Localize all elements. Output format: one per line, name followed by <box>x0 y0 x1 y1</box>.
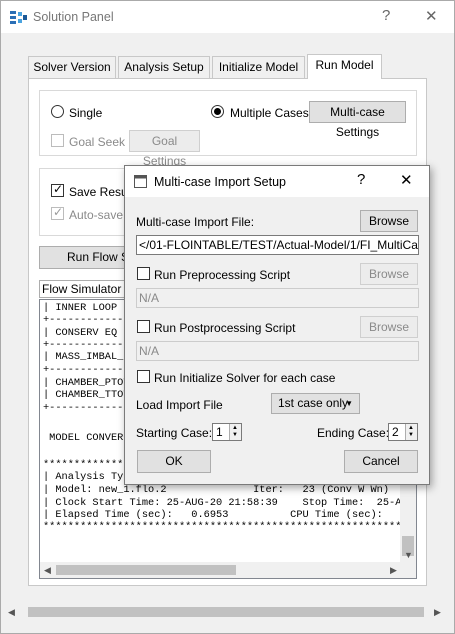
spin-up-icon[interactable]: ▲ <box>232 425 238 432</box>
multicase-import-dialog: Multi-case Import Setup ? ✕ Multi-case I… <box>124 165 430 485</box>
scroll-right-icon[interactable]: ▶ <box>390 565 397 576</box>
log-line: +------------ <box>43 314 124 326</box>
preprocessing-script-input[interactable]: N/A <box>136 288 419 308</box>
starting-case-label: Starting Case: <box>136 426 213 440</box>
chevron-down-icon: ▼ <box>345 399 353 408</box>
multiple-cases-label: Multiple Cases <box>230 106 309 120</box>
multiple-cases-radio[interactable] <box>211 105 224 118</box>
log-line: | CONSERV EQ <box>43 327 118 339</box>
log-line: | MASS_IMBAL_R <box>43 351 130 363</box>
import-file-input[interactable]: </01-FLOINTABLE/TEST/Actual-Model/1/FI_M… <box>136 235 419 255</box>
spin-down-icon[interactable]: ▼ <box>408 432 414 439</box>
log-line: | INNER LOOP 1 <box>43 302 130 314</box>
scroll-down-icon[interactable]: ▼ <box>404 550 413 560</box>
dialog-title-bar: Multi-case Import Setup ? ✕ <box>125 166 429 197</box>
run-preprocessing-checkbox[interactable] <box>137 267 150 280</box>
check-icon: ✓ <box>53 182 64 196</box>
close-button[interactable]: ✕ <box>425 7 438 25</box>
log-line: ************** <box>43 459 130 471</box>
starting-case-value: 1 <box>216 425 223 439</box>
single-radio[interactable] <box>51 105 64 118</box>
multicase-settings-button[interactable]: Multi-case Settings <box>309 101 406 139</box>
panel-hscroll-thumb[interactable] <box>28 607 424 617</box>
tab-run-model[interactable]: Run Model <box>307 54 382 79</box>
check-icon: ✓ <box>53 205 64 219</box>
app-logo-icon <box>10 11 27 24</box>
ending-case-spinbox[interactable]: 2 ▲ ▼ <box>388 423 418 441</box>
tab-solver-version[interactable]: Solver Version <box>28 56 116 78</box>
scroll-left-icon[interactable]: ◀ <box>8 607 15 618</box>
log-hscroll-thumb[interactable] <box>56 565 236 575</box>
ending-case-value: 2 <box>392 425 399 439</box>
log-line: | Clock Start Time: 25-AUG-20 21:58:39 S… <box>43 497 414 509</box>
dialog-window-icon <box>134 175 147 188</box>
log-line: | CHAMBER_PTOT <box>43 377 130 389</box>
run-postprocessing-label: Run Postprocessing Script <box>154 321 296 335</box>
pre-browse-button[interactable]: Browse <box>360 263 418 285</box>
auto-save-checkbox[interactable]: ✓ <box>51 205 64 220</box>
post-browse-button[interactable]: Browse <box>360 316 418 338</box>
log-line: ****************************************… <box>43 521 417 533</box>
starting-case-spin-buttons[interactable]: ▲ ▼ <box>229 424 241 440</box>
log-line: | CHAMBER_TTOT <box>43 389 130 401</box>
run-preprocessing-label: Run Preprocessing Script <box>154 268 291 282</box>
goal-seek-label: Goal Seek <box>69 135 126 149</box>
run-flow-simulator-button[interactable]: Run Flow Si <box>39 246 137 269</box>
scroll-right-icon[interactable]: ▶ <box>434 607 441 618</box>
single-label: Single <box>69 106 103 120</box>
log-line: MODEL CONVERG <box>43 432 130 444</box>
help-button[interactable]: ? <box>382 7 390 24</box>
import-browse-button[interactable]: Browse <box>360 210 418 232</box>
dialog-close-button[interactable]: ✕ <box>400 171 413 189</box>
run-initialize-checkbox[interactable] <box>137 370 150 383</box>
dialog-title: Multi-case Import Setup <box>154 175 286 189</box>
load-import-select[interactable]: 1st case only ▼ <box>271 393 360 414</box>
ok-button[interactable]: OK <box>137 450 211 473</box>
log-line: | Analysis Typ <box>43 471 130 483</box>
log-line: +------------ <box>43 339 124 351</box>
log-horizontal-scrollbar[interactable]: ◀ ▶ <box>40 562 416 578</box>
ending-case-spin-buttons[interactable]: ▲ ▼ <box>405 424 417 440</box>
starting-case-spinbox[interactable]: 1 ▲ ▼ <box>212 423 242 441</box>
import-file-label: Multi-case Import File: <box>136 215 255 229</box>
spin-down-icon[interactable]: ▼ <box>232 432 238 439</box>
scroll-left-icon[interactable]: ◀ <box>44 565 51 576</box>
spin-up-icon[interactable]: ▲ <box>408 425 414 432</box>
goal-seek-checkbox[interactable] <box>51 134 64 147</box>
load-import-label: Load Import File <box>136 398 223 412</box>
save-results-checkbox[interactable]: ✓ <box>51 182 64 197</box>
dialog-help-button[interactable]: ? <box>357 171 365 188</box>
log-line: +------------ <box>43 402 124 414</box>
title-bar: Solution Panel ? ✕ <box>1 1 454 33</box>
log-line: +------------ <box>43 364 124 376</box>
cancel-button[interactable]: Cancel <box>344 450 418 473</box>
run-postprocessing-checkbox[interactable] <box>137 320 150 333</box>
panel-horizontal-scrollbar[interactable]: ◀ ▶ <box>6 603 448 621</box>
window-title: Solution Panel <box>33 10 114 24</box>
tab-analysis-setup[interactable]: Analysis Setup <box>118 56 210 78</box>
goal-settings-button[interactable]: Goal Settings <box>129 130 200 168</box>
ending-case-label: Ending Case: <box>317 426 390 440</box>
log-line: | Elapsed Time (sec): 0.6953 CPU Time (s… <box>43 509 383 521</box>
tab-initialize-model[interactable]: Initialize Model <box>212 56 305 78</box>
log-line: | Model: new_1.flo.2 Iter: 23 (Conv W Wn… <box>43 484 390 496</box>
run-initialize-label: Run Initialize Solver for each case <box>154 371 336 385</box>
load-import-value: 1st case only <box>278 396 349 410</box>
postprocessing-script-input[interactable]: N/A <box>136 341 419 361</box>
